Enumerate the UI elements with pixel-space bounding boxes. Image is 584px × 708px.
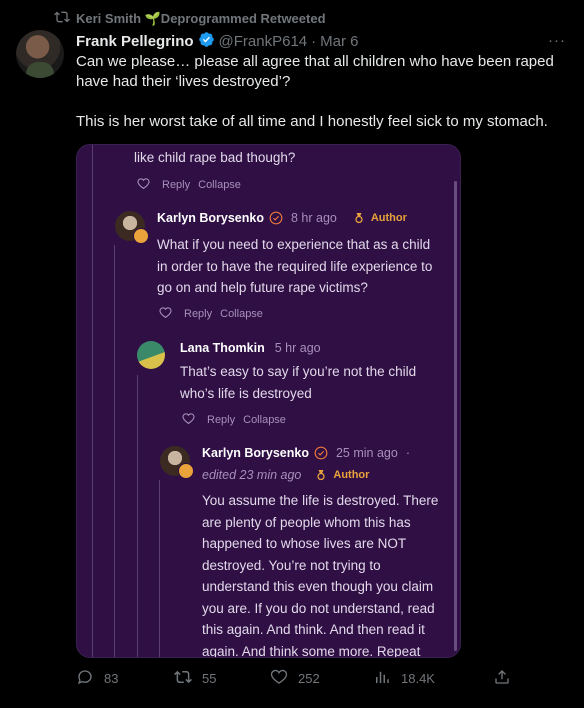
share-action[interactable] — [493, 668, 511, 689]
like-action[interactable]: 252 — [270, 668, 373, 689]
comment-line: again. And think some more. Repeat — [202, 643, 421, 658]
tweet-date[interactable]: Mar 6 — [320, 33, 358, 50]
scrollbar[interactable] — [454, 181, 457, 651]
reply-button[interactable]: Reply — [162, 179, 190, 191]
heart-icon[interactable] — [159, 306, 172, 322]
collapse-button[interactable]: Collapse — [243, 414, 286, 426]
comment-line: understand this even though you claim — [202, 579, 434, 594]
author-label: Author — [333, 469, 370, 481]
commenter-name[interactable]: Karlyn Borysenko — [202, 446, 309, 460]
comment-actions: Reply Collapse — [159, 306, 263, 322]
comment-actions: Reply Collapse — [182, 412, 286, 428]
reply-button[interactable]: Reply — [184, 308, 212, 320]
retweet-count: 55 — [202, 671, 217, 686]
author-medal-icon — [317, 470, 326, 481]
comment-line: destroyed. You’re not trying to — [202, 557, 381, 573]
comment-time: 8 hr ago — [290, 211, 337, 225]
retweet-icon — [54, 9, 70, 28]
like-count: 252 — [298, 671, 320, 686]
collapse-button[interactable]: Collapse — [220, 308, 263, 320]
author-name[interactable]: Frank Pellegrino — [76, 33, 194, 50]
author-badge-icon — [133, 228, 149, 244]
comment-text: That’s easy to say if you’re not the chi… — [180, 361, 416, 404]
views-action[interactable]: 18.4K — [373, 668, 493, 689]
comment-time: 25 min ago — [335, 446, 398, 460]
reply-count: 83 — [104, 671, 119, 686]
commenter-name[interactable]: Karlyn Borysenko — [157, 211, 264, 225]
edited-row: edited 23 min ago Author — [202, 468, 369, 482]
tweet-header: Frank Pellegrino @FrankP614 · Mar 6 — [76, 31, 568, 52]
comment-text: What if you need to experience that as a… — [157, 234, 432, 299]
avatar[interactable] — [137, 341, 165, 369]
comment-text: like child rape bad though? — [134, 150, 296, 165]
commenter-name[interactable]: Lana Thomkin — [180, 341, 265, 355]
verified-icon — [194, 31, 219, 52]
thread-line — [92, 145, 93, 657]
retweet-indicator[interactable]: Keri Smith 🌱Deprogrammed Retweeted — [54, 9, 326, 28]
comment-header: Karlyn Borysenko 25 min ago · — [202, 446, 410, 460]
tweet-paragraph: This is her worst take of all time and I… — [76, 113, 548, 130]
retweet-text: Keri Smith 🌱Deprogrammed Retweeted — [76, 10, 326, 26]
comment-line: happened to whose lives are NOT — [202, 536, 407, 551]
heart-icon[interactable] — [137, 177, 150, 193]
comment-line: this again. And think. And then read it — [202, 622, 425, 637]
view-count: 18.4K — [401, 671, 435, 686]
heart-icon[interactable] — [182, 412, 195, 428]
comment-line: That’s easy to say if you’re not the chi… — [180, 364, 417, 379]
comment-line: you are. If you do not understand, read — [202, 600, 435, 616]
edited-label: edited 23 min ago — [202, 468, 302, 482]
comment-line: You assume the life is destroyed. There — [202, 493, 439, 508]
comment-line: who’s life is destroyed — [180, 385, 312, 401]
collapse-button[interactable]: Collapse — [198, 179, 241, 191]
thread-line — [137, 375, 138, 657]
retweet-icon — [174, 668, 192, 689]
thread-line — [159, 480, 160, 657]
tweet-text: Can we please… please all agree that all… — [76, 52, 571, 152]
avatar[interactable] — [115, 211, 149, 244]
comment-time: 5 hr ago — [274, 341, 321, 355]
separator-dot: · — [405, 446, 411, 460]
comment-header: Karlyn Borysenko 8 hr ago Author — [157, 211, 407, 225]
check-badge-icon — [269, 211, 283, 225]
reply-action[interactable]: 83 — [76, 668, 174, 689]
comment-actions: Reply Collapse — [137, 177, 241, 193]
comment-line: are plenty of people whom this has — [202, 514, 411, 530]
author-label: Author — [370, 212, 407, 224]
heart-icon — [270, 668, 288, 689]
author-handle[interactable]: @FrankP614 — [219, 33, 308, 50]
comment-line: go on and help future rape victims? — [157, 280, 368, 295]
comment-line: in order to have the required life exper… — [157, 258, 433, 274]
share-icon — [493, 668, 511, 689]
avatar[interactable] — [16, 30, 64, 78]
more-options-icon[interactable]: ··· — [548, 32, 566, 49]
thread-line — [114, 245, 115, 657]
avatar[interactable] — [160, 446, 194, 479]
embedded-screenshot[interactable]: like child rape bad though? Reply Collap… — [76, 144, 461, 658]
tweet-actions: 83 55 252 18.4K — [76, 668, 576, 689]
comment-text: You assume the life is destroyed. There … — [202, 490, 439, 658]
check-badge-icon — [314, 446, 328, 460]
reply-button[interactable]: Reply — [207, 414, 235, 426]
comment-line: What if you need to experience that as a… — [157, 237, 431, 252]
analytics-icon — [373, 668, 391, 689]
retweet-action[interactable]: 55 — [174, 668, 270, 689]
reply-icon — [76, 668, 94, 689]
author-medal-icon — [355, 213, 363, 224]
author-badge-icon — [178, 463, 194, 479]
tweet-paragraph: Can we please… please all agree that all… — [76, 53, 554, 90]
comment-header: Lana Thomkin 5 hr ago — [180, 341, 321, 355]
separator-dot: · — [311, 33, 317, 50]
